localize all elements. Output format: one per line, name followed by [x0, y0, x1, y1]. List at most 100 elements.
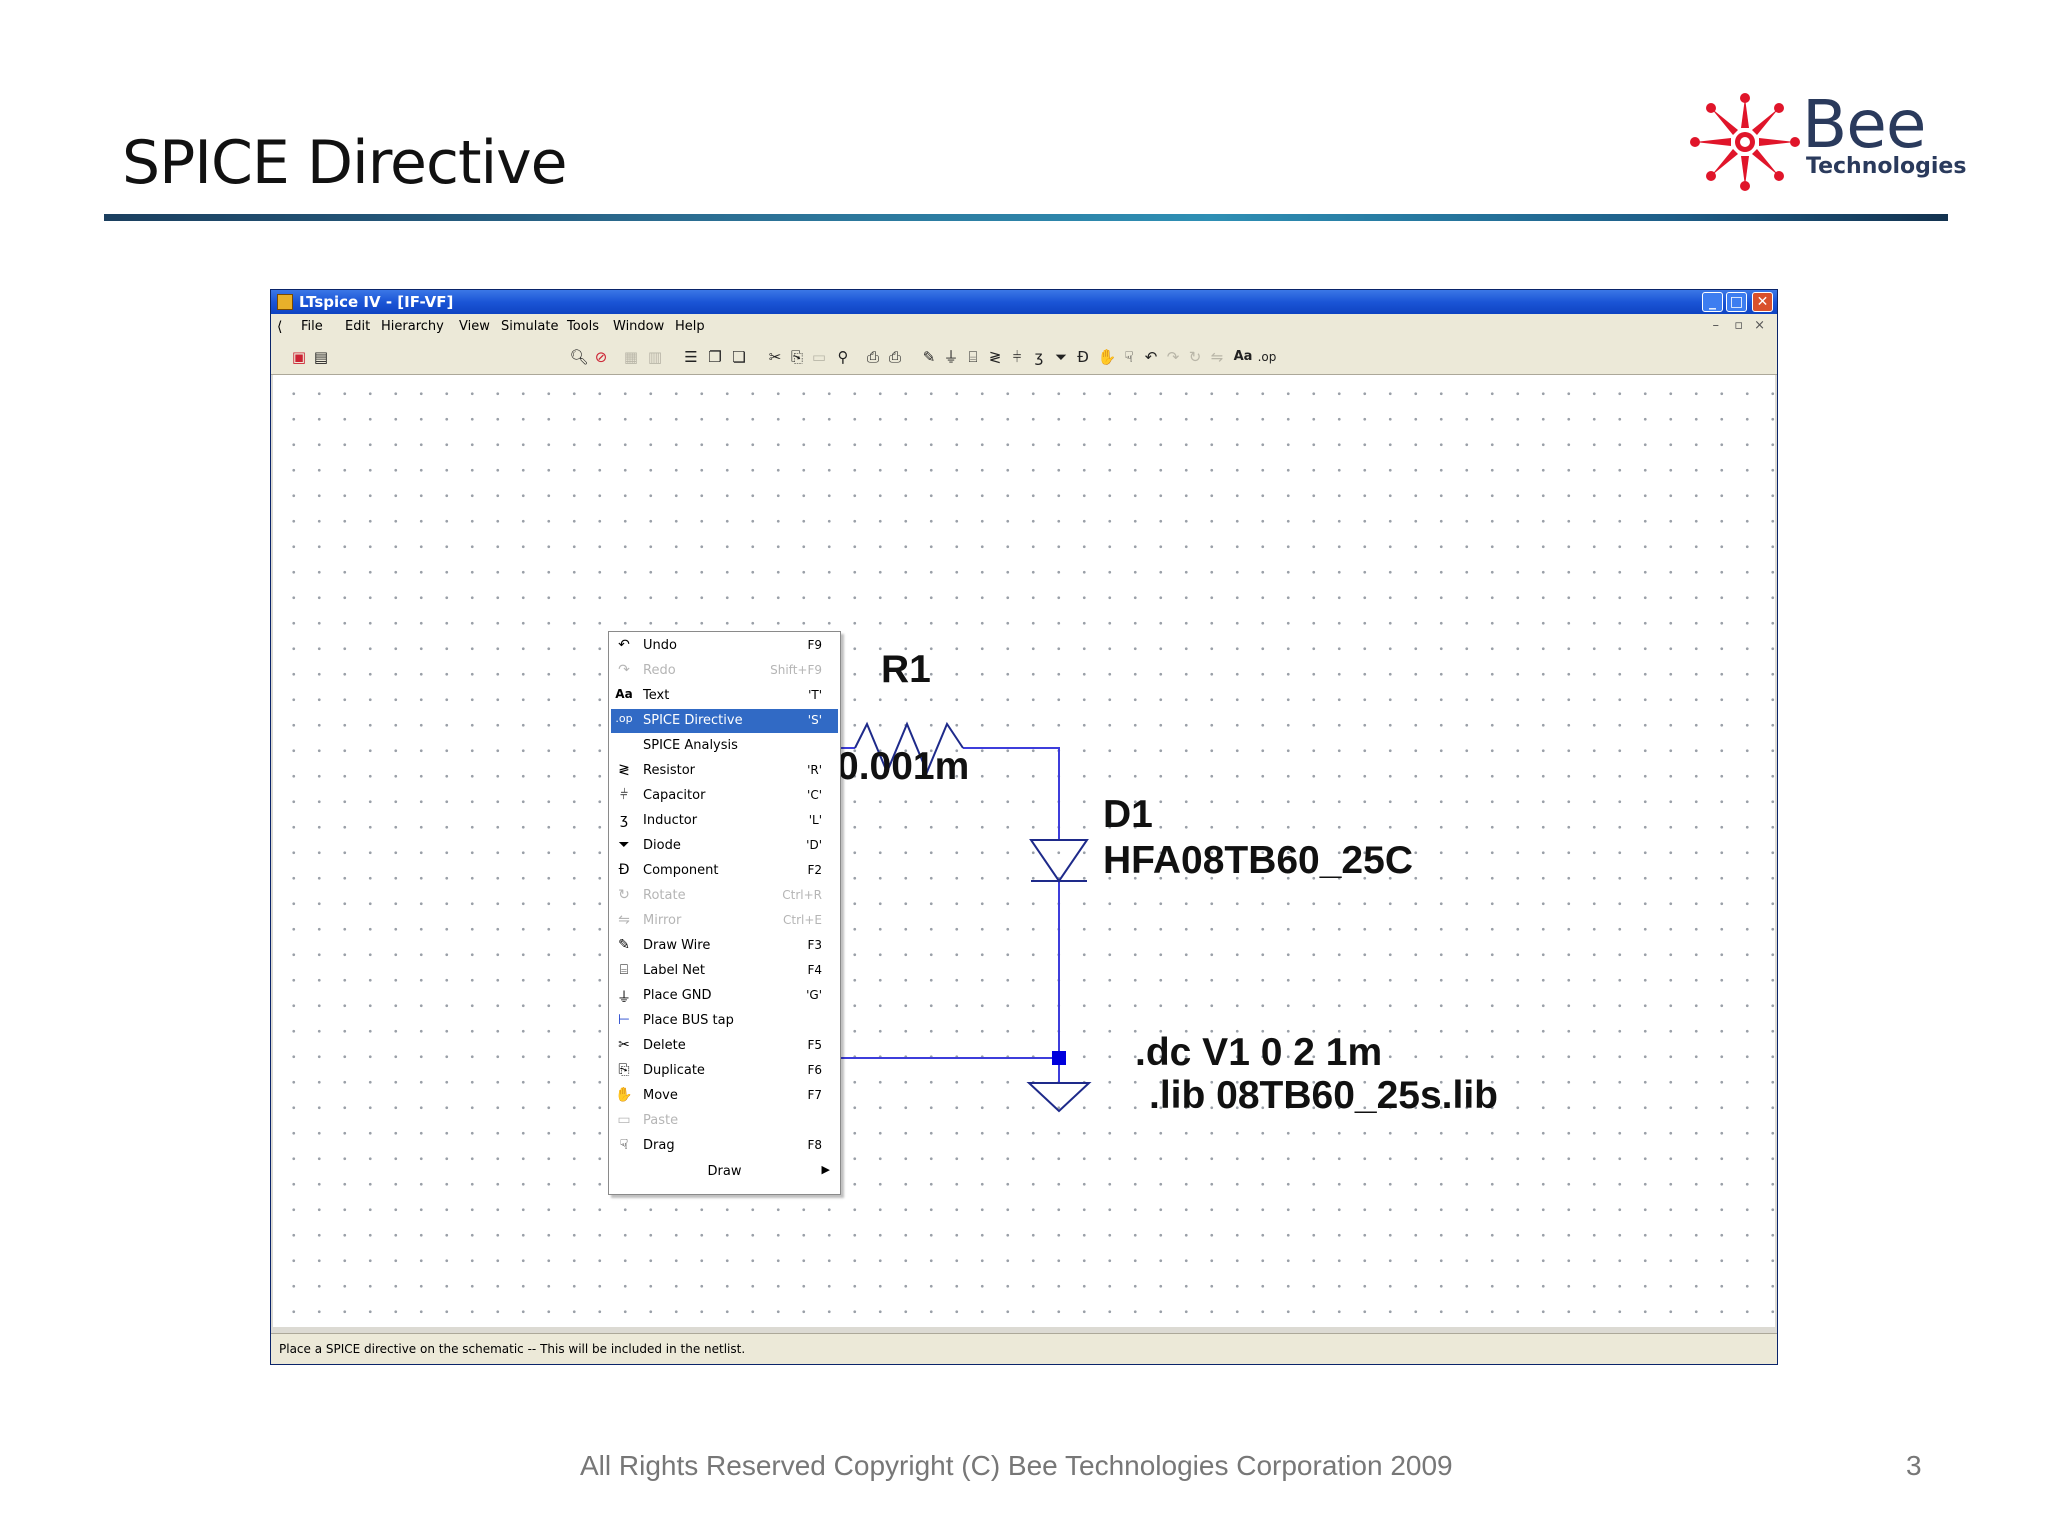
- diode-d1[interactable]: [1029, 839, 1089, 883]
- menu-item-draw-wire[interactable]: ✎ Draw Wire F3: [611, 934, 838, 958]
- text-icon[interactable]: Aa: [1233, 348, 1253, 366]
- cut-icon[interactable]: ✂: [765, 348, 785, 366]
- rotate-icon[interactable]: ↻: [1185, 348, 1205, 366]
- menu-item-label: Delete: [643, 1038, 686, 1053]
- menu-item-shortcut: F2: [807, 863, 822, 877]
- new-schematic-icon[interactable]: ▣: [289, 348, 309, 366]
- submenu-label: Draw: [707, 1164, 742, 1179]
- ground-icon[interactable]: ⏚: [941, 348, 961, 366]
- d1-name-label[interactable]: D1: [1103, 793, 1153, 836]
- menu-item-label: Capacitor: [643, 788, 706, 803]
- r1-name-label[interactable]: R1: [881, 648, 931, 691]
- menu-item-label: Duplicate: [643, 1063, 705, 1078]
- dc-directive[interactable]: .dc V1 0 2 1m: [1135, 1031, 1382, 1074]
- zoom-in-icon[interactable]: 🔍︎: [569, 348, 589, 366]
- doc-icon[interactable]: ⟨: [277, 319, 282, 335]
- menu-item-shortcut: Shift+F9: [770, 663, 822, 677]
- menu-bar: ⟨ File Edit Hierarchy View Simulate Tool…: [271, 314, 1777, 340]
- menu-item-redo[interactable]: ↷ Redo Shift+F9: [611, 659, 838, 683]
- menu-item-component[interactable]: Ɖ Component F2: [611, 859, 838, 883]
- redo-icon: ↷: [618, 662, 630, 678]
- resistor-icon[interactable]: ≷: [985, 348, 1005, 366]
- menu-item-draw-submenu[interactable]: Draw ▶: [611, 1160, 838, 1184]
- menu-item-place-bus-tap[interactable]: ⊢ Place BUS tap: [611, 1009, 838, 1033]
- tile-icon[interactable]: ☰: [681, 348, 701, 366]
- drag-icon[interactable]: ☟: [1119, 348, 1139, 366]
- menu-item-text[interactable]: Aa Text 'T': [611, 684, 838, 708]
- component-icon[interactable]: Ɖ: [1073, 348, 1093, 366]
- menu-item-drag[interactable]: ☟ Drag F8: [611, 1134, 838, 1158]
- lib-directive[interactable]: .lib 08TB60_25s.lib: [1149, 1074, 1498, 1117]
- menu-item-inductor[interactable]: ʒ Inductor 'L': [611, 809, 838, 833]
- menu-item-undo[interactable]: ↶ Undo F9: [611, 634, 838, 658]
- ltspice-app-icon[interactable]: [277, 294, 293, 310]
- menu-tools[interactable]: Tools: [567, 319, 599, 334]
- menu-item-shortcut: 'D': [806, 838, 822, 852]
- inductor-icon[interactable]: ʒ: [1029, 348, 1049, 366]
- label-net-icon[interactable]: ⌸: [963, 348, 983, 366]
- print-setup-icon[interactable]: ⎙: [863, 348, 883, 366]
- menu-item-move[interactable]: ✋ Move F7: [611, 1084, 838, 1108]
- capacitor-icon[interactable]: ⫩: [1007, 348, 1027, 366]
- doc-minimize-button[interactable]: –: [1713, 318, 1720, 333]
- menu-item-delete[interactable]: ✂ Delete F5: [611, 1034, 838, 1058]
- menu-hierarchy[interactable]: Hierarchy: [381, 319, 444, 334]
- menu-item-label: Rotate: [643, 888, 686, 903]
- arrange-icon[interactable]: ❏: [729, 348, 749, 366]
- menu-item-rotate[interactable]: ↻ Rotate Ctrl+R: [611, 884, 838, 908]
- inductor-icon: ʒ: [619, 812, 629, 828]
- menu-edit[interactable]: Edit: [345, 319, 370, 334]
- schematic-canvas[interactable]: R1 0.001m V1 0 D1 HFA08TB60_25C .dc V1 0…: [273, 375, 1775, 1327]
- close-button[interactable]: ✕: [1752, 292, 1773, 312]
- menu-item-place-gnd[interactable]: ⏚ Place GND 'G': [611, 984, 838, 1008]
- print-icon[interactable]: ⎙: [885, 348, 905, 366]
- undo-icon[interactable]: ↶: [1141, 348, 1161, 366]
- zoom-full-icon[interactable]: ▦: [621, 348, 641, 366]
- zoom-area-icon[interactable]: ▥: [645, 348, 665, 366]
- menu-file[interactable]: File: [301, 319, 323, 334]
- resistor-icon: ≷: [618, 762, 630, 778]
- find-icon[interactable]: ⚲: [833, 348, 853, 366]
- menu-item-paste[interactable]: ▭ Paste: [611, 1109, 838, 1133]
- maximize-button[interactable]: □: [1726, 292, 1747, 312]
- draw-wire-icon[interactable]: ✎: [919, 348, 939, 366]
- menu-item-resistor[interactable]: ≷ Resistor 'R': [611, 759, 838, 783]
- menu-item-label: Redo: [643, 663, 676, 678]
- menu-item-label-net[interactable]: ⌸ Label Net F4: [611, 959, 838, 983]
- menu-item-spice-analysis[interactable]: SPICE Analysis: [611, 734, 838, 758]
- paste-icon[interactable]: ▭: [809, 348, 829, 366]
- menu-simulate[interactable]: Simulate: [501, 319, 558, 334]
- doc-restore-button[interactable]: ▫: [1734, 318, 1743, 333]
- open-icon[interactable]: ▤: [311, 348, 331, 366]
- r1-value-label[interactable]: 0.001m: [837, 745, 969, 788]
- menu-item-spice-directive[interactable]: .op SPICE Directive 'S': [611, 709, 838, 733]
- menu-item-capacitor[interactable]: ⫩ Capacitor 'C': [611, 784, 838, 808]
- menu-item-shortcut: 'C': [807, 788, 822, 802]
- window-titlebar[interactable]: LTspice IV - [IF-VF] _ □ ✕: [271, 290, 1777, 314]
- menu-view[interactable]: View: [459, 319, 490, 334]
- bus-tap-icon: ⊢: [617, 1012, 631, 1028]
- spice-directive-icon[interactable]: .op: [1257, 348, 1277, 366]
- menu-window[interactable]: Window: [613, 319, 664, 334]
- wire-r1-to-d1[interactable]: [963, 747, 1060, 840]
- d1-model-label[interactable]: HFA08TB60_25C: [1103, 839, 1413, 882]
- minimize-button[interactable]: _: [1702, 292, 1723, 312]
- diode-icon[interactable]: ⏷: [1051, 348, 1071, 366]
- logo-wordmark: Bee: [1802, 86, 1926, 163]
- menu-item-label: Place GND: [643, 988, 712, 1003]
- cascade-icon[interactable]: ❐: [705, 348, 725, 366]
- copy-icon[interactable]: ⎘: [787, 348, 807, 366]
- menu-item-mirror[interactable]: ⇋ Mirror Ctrl+E: [611, 909, 838, 933]
- rotate-icon: ↻: [618, 887, 630, 903]
- menu-item-diode[interactable]: ⏷ Diode 'D': [611, 834, 838, 858]
- move-icon[interactable]: ✋: [1097, 348, 1117, 366]
- doc-close-button[interactable]: ×: [1754, 318, 1765, 333]
- ground-symbol[interactable]: [1026, 1082, 1092, 1113]
- zoom-out-icon[interactable]: ⊘: [591, 348, 611, 366]
- mirror-icon[interactable]: ⇋: [1207, 348, 1227, 366]
- menu-item-duplicate[interactable]: ⎘ Duplicate F6: [611, 1059, 838, 1083]
- menu-item-shortcut: F8: [807, 1138, 822, 1152]
- menu-help[interactable]: Help: [675, 319, 705, 334]
- redo-icon[interactable]: ↷: [1163, 348, 1183, 366]
- junction-node[interactable]: [1052, 1051, 1066, 1065]
